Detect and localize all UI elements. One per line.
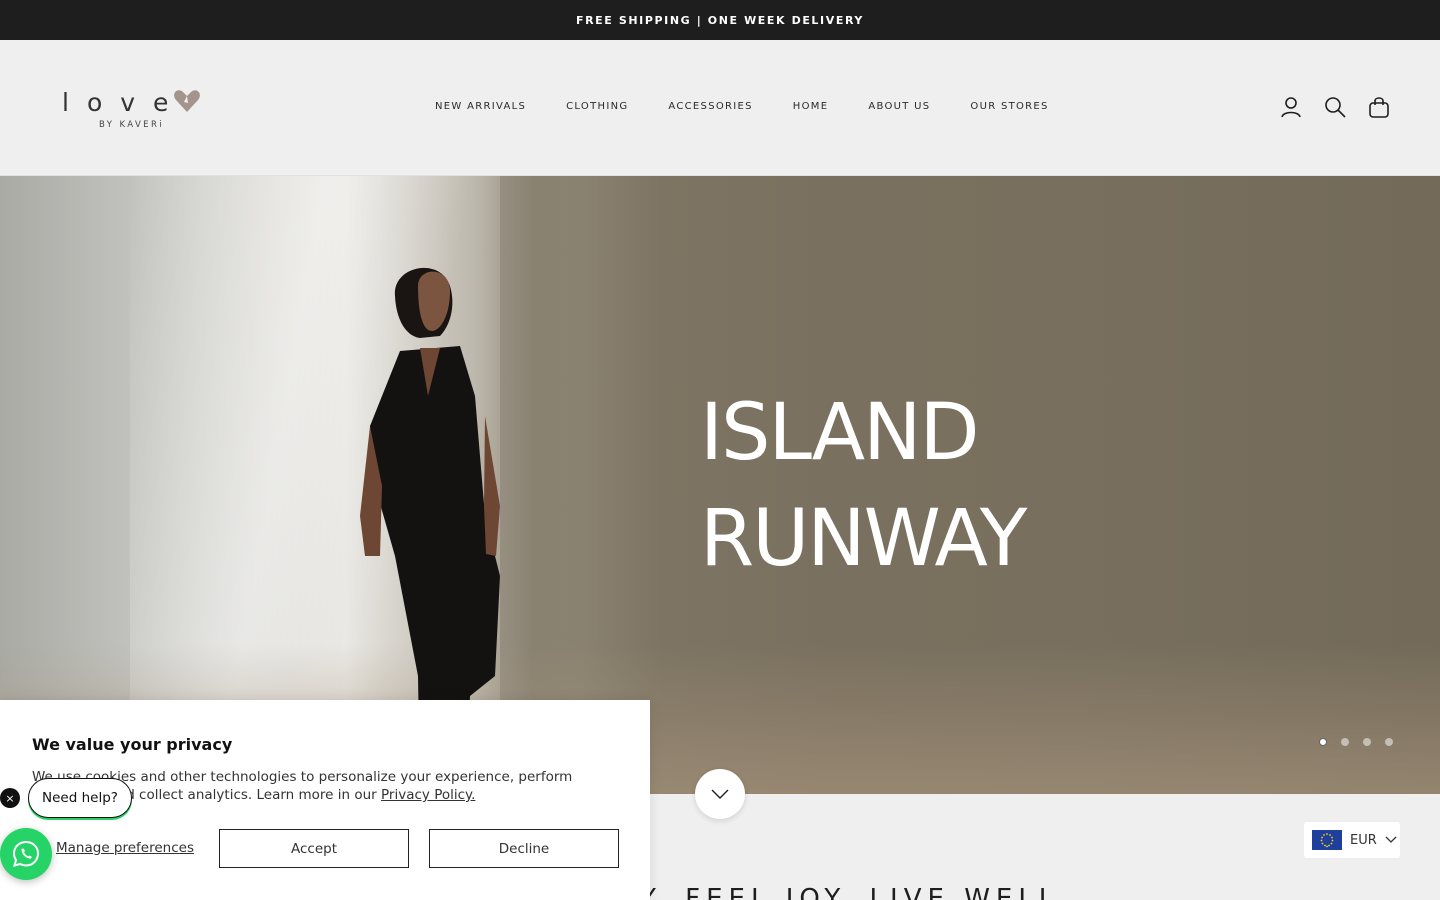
account-icon[interactable] [1280,96,1302,118]
whatsapp-button[interactable] [0,828,52,880]
slide-dots [1319,738,1393,746]
chevron-down-icon [711,789,729,799]
need-help-label: Need help? [42,790,118,806]
close-icon: × [5,791,15,805]
hero-title-line1: ISLAND [700,388,980,478]
help-close-button[interactable]: × [0,788,20,808]
hero-title-line2: RUNWAY [700,494,1027,584]
logo[interactable]: love BY KAVERi [62,88,222,136]
cart-icon[interactable] [1368,96,1390,118]
nav-new-arrivals[interactable]: NEW ARRIVALS [435,101,526,112]
chevron-down-icon [1385,836,1397,843]
announcement-text: FREE SHIPPING | ONE WEEK DELIVERY [575,13,865,27]
manage-preferences-link[interactable]: Manage preferences [56,840,194,856]
search-icon[interactable] [1324,96,1346,118]
heart-logo-icon [174,90,200,112]
nav-clothing[interactable]: CLOTHING [566,101,628,112]
logo-word: love [62,88,187,117]
tagline: Y. FEEL JOY. LIVE WELL [640,884,1060,900]
eu-flag-icon [1312,830,1342,850]
currency-selector[interactable]: EUR [1304,822,1400,858]
privacy-policy-link[interactable]: Privacy Policy. [381,787,475,803]
logo-subtitle: BY KAVERi [99,120,165,130]
nav-about-us[interactable]: ABOUT US [868,101,930,112]
whatsapp-icon [12,840,40,867]
slide-dot-1[interactable] [1319,738,1327,746]
slide-dot-2[interactable] [1341,738,1349,746]
privacy-title: We value your privacy [32,735,233,754]
site-header: love BY KAVERi NEW ARRIVALS CLOTHING ACC… [0,40,1440,176]
main-nav: NEW ARRIVALS CLOTHING ACCESSORIES HOME A… [435,101,1049,112]
currency-code: EUR [1350,832,1377,848]
nav-our-stores[interactable]: OUR STORES [970,101,1048,112]
nav-home[interactable]: HOME [793,101,829,112]
slide-dot-3[interactable] [1363,738,1371,746]
nav-accessories[interactable]: ACCESSORIES [668,101,752,112]
announcement-bar: FREE SHIPPING | ONE WEEK DELIVERY [0,0,1440,40]
decline-button[interactable]: Decline [429,829,619,868]
scroll-down-button[interactable] [695,769,745,819]
slide-dot-4[interactable] [1385,738,1393,746]
need-help-bubble[interactable]: Need help? [28,778,132,818]
hero-title: ISLAND RUNWAY [700,380,1027,592]
accept-button[interactable]: Accept [219,829,409,868]
header-icons [1280,96,1390,118]
